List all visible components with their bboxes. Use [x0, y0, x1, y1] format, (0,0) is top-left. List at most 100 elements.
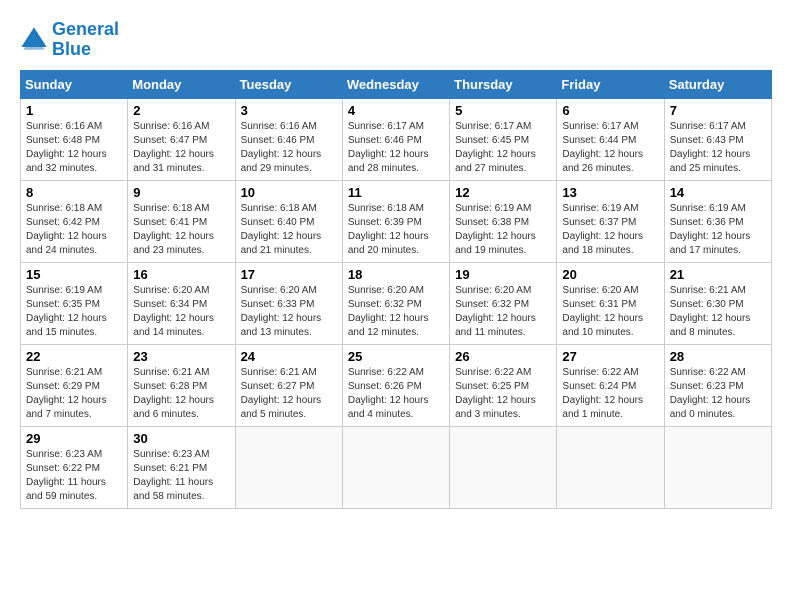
day-detail: Sunrise: 6:21 AMSunset: 6:30 PMDaylight:…: [670, 284, 766, 340]
day-number: 5: [455, 103, 551, 118]
day-detail: Sunrise: 6:18 AMSunset: 6:40 PMDaylight:…: [241, 202, 337, 258]
calendar-cell: 29 Sunrise: 6:23 AMSunset: 6:22 PMDaylig…: [21, 426, 128, 508]
calendar-cell: [557, 426, 664, 508]
day-detail: Sunrise: 6:19 AMSunset: 6:37 PMDaylight:…: [562, 202, 658, 258]
day-number: 7: [670, 103, 766, 118]
day-number: 24: [241, 349, 337, 364]
day-detail: Sunrise: 6:16 AMSunset: 6:48 PMDaylight:…: [26, 120, 122, 176]
day-number: 3: [241, 103, 337, 118]
day-detail: Sunrise: 6:20 AMSunset: 6:32 PMDaylight:…: [348, 284, 444, 340]
calendar-cell: 12 Sunrise: 6:19 AMSunset: 6:38 PMDaylig…: [450, 180, 557, 262]
calendar-header-sunday: Sunday: [21, 70, 128, 98]
calendar-cell: [450, 426, 557, 508]
calendar-cell: 14 Sunrise: 6:19 AMSunset: 6:36 PMDaylig…: [664, 180, 771, 262]
calendar-cell: 10 Sunrise: 6:18 AMSunset: 6:40 PMDaylig…: [235, 180, 342, 262]
day-number: 2: [133, 103, 229, 118]
calendar-cell: 24 Sunrise: 6:21 AMSunset: 6:27 PMDaylig…: [235, 344, 342, 426]
day-detail: Sunrise: 6:21 AMSunset: 6:27 PMDaylight:…: [241, 366, 337, 422]
calendar-header-monday: Monday: [128, 70, 235, 98]
day-number: 30: [133, 431, 229, 446]
calendar-cell: [342, 426, 449, 508]
day-number: 22: [26, 349, 122, 364]
calendar-cell: 21 Sunrise: 6:21 AMSunset: 6:30 PMDaylig…: [664, 262, 771, 344]
calendar-week-5: 29 Sunrise: 6:23 AMSunset: 6:22 PMDaylig…: [21, 426, 772, 508]
calendar-cell: 23 Sunrise: 6:21 AMSunset: 6:28 PMDaylig…: [128, 344, 235, 426]
day-detail: Sunrise: 6:21 AMSunset: 6:28 PMDaylight:…: [133, 366, 229, 422]
calendar-week-1: 1 Sunrise: 6:16 AMSunset: 6:48 PMDayligh…: [21, 98, 772, 180]
day-detail: Sunrise: 6:16 AMSunset: 6:46 PMDaylight:…: [241, 120, 337, 176]
calendar-week-2: 8 Sunrise: 6:18 AMSunset: 6:42 PMDayligh…: [21, 180, 772, 262]
day-detail: Sunrise: 6:17 AMSunset: 6:44 PMDaylight:…: [562, 120, 658, 176]
day-detail: Sunrise: 6:16 AMSunset: 6:47 PMDaylight:…: [133, 120, 229, 176]
day-number: 13: [562, 185, 658, 200]
day-detail: Sunrise: 6:22 AMSunset: 6:26 PMDaylight:…: [348, 366, 444, 422]
day-detail: Sunrise: 6:20 AMSunset: 6:32 PMDaylight:…: [455, 284, 551, 340]
day-number: 4: [348, 103, 444, 118]
calendar-header-thursday: Thursday: [450, 70, 557, 98]
calendar-cell: 20 Sunrise: 6:20 AMSunset: 6:31 PMDaylig…: [557, 262, 664, 344]
day-number: 28: [670, 349, 766, 364]
calendar-header-tuesday: Tuesday: [235, 70, 342, 98]
calendar-cell: [664, 426, 771, 508]
day-detail: Sunrise: 6:17 AMSunset: 6:43 PMDaylight:…: [670, 120, 766, 176]
day-number: 8: [26, 185, 122, 200]
day-detail: Sunrise: 6:20 AMSunset: 6:31 PMDaylight:…: [562, 284, 658, 340]
day-number: 19: [455, 267, 551, 282]
day-detail: Sunrise: 6:22 AMSunset: 6:24 PMDaylight:…: [562, 366, 658, 422]
day-number: 23: [133, 349, 229, 364]
day-number: 9: [133, 185, 229, 200]
calendar-cell: 1 Sunrise: 6:16 AMSunset: 6:48 PMDayligh…: [21, 98, 128, 180]
logo: General Blue: [20, 20, 119, 60]
day-detail: Sunrise: 6:23 AMSunset: 6:22 PMDaylight:…: [26, 448, 122, 504]
day-detail: Sunrise: 6:23 AMSunset: 6:21 PMDaylight:…: [133, 448, 229, 504]
day-detail: Sunrise: 6:22 AMSunset: 6:25 PMDaylight:…: [455, 366, 551, 422]
day-number: 21: [670, 267, 766, 282]
calendar-cell: 6 Sunrise: 6:17 AMSunset: 6:44 PMDayligh…: [557, 98, 664, 180]
day-detail: Sunrise: 6:19 AMSunset: 6:38 PMDaylight:…: [455, 202, 551, 258]
day-number: 14: [670, 185, 766, 200]
day-number: 29: [26, 431, 122, 446]
calendar-cell: 25 Sunrise: 6:22 AMSunset: 6:26 PMDaylig…: [342, 344, 449, 426]
day-detail: Sunrise: 6:20 AMSunset: 6:34 PMDaylight:…: [133, 284, 229, 340]
calendar-cell: 18 Sunrise: 6:20 AMSunset: 6:32 PMDaylig…: [342, 262, 449, 344]
calendar-cell: 17 Sunrise: 6:20 AMSunset: 6:33 PMDaylig…: [235, 262, 342, 344]
calendar-week-3: 15 Sunrise: 6:19 AMSunset: 6:35 PMDaylig…: [21, 262, 772, 344]
calendar-cell: 22 Sunrise: 6:21 AMSunset: 6:29 PMDaylig…: [21, 344, 128, 426]
calendar-cell: 8 Sunrise: 6:18 AMSunset: 6:42 PMDayligh…: [21, 180, 128, 262]
page-header: General Blue: [20, 20, 772, 60]
calendar-header-wednesday: Wednesday: [342, 70, 449, 98]
day-detail: Sunrise: 6:18 AMSunset: 6:41 PMDaylight:…: [133, 202, 229, 258]
calendar-cell: 7 Sunrise: 6:17 AMSunset: 6:43 PMDayligh…: [664, 98, 771, 180]
calendar-cell: 27 Sunrise: 6:22 AMSunset: 6:24 PMDaylig…: [557, 344, 664, 426]
day-number: 10: [241, 185, 337, 200]
calendar-cell: [235, 426, 342, 508]
day-number: 18: [348, 267, 444, 282]
calendar-header-saturday: Saturday: [664, 70, 771, 98]
calendar-cell: 4 Sunrise: 6:17 AMSunset: 6:46 PMDayligh…: [342, 98, 449, 180]
day-number: 27: [562, 349, 658, 364]
calendar-cell: 15 Sunrise: 6:19 AMSunset: 6:35 PMDaylig…: [21, 262, 128, 344]
day-detail: Sunrise: 6:17 AMSunset: 6:46 PMDaylight:…: [348, 120, 444, 176]
calendar-cell: 13 Sunrise: 6:19 AMSunset: 6:37 PMDaylig…: [557, 180, 664, 262]
day-number: 17: [241, 267, 337, 282]
day-detail: Sunrise: 6:19 AMSunset: 6:35 PMDaylight:…: [26, 284, 122, 340]
calendar-cell: 2 Sunrise: 6:16 AMSunset: 6:47 PMDayligh…: [128, 98, 235, 180]
calendar-cell: 11 Sunrise: 6:18 AMSunset: 6:39 PMDaylig…: [342, 180, 449, 262]
day-detail: Sunrise: 6:21 AMSunset: 6:29 PMDaylight:…: [26, 366, 122, 422]
day-number: 12: [455, 185, 551, 200]
calendar-cell: 26 Sunrise: 6:22 AMSunset: 6:25 PMDaylig…: [450, 344, 557, 426]
day-detail: Sunrise: 6:20 AMSunset: 6:33 PMDaylight:…: [241, 284, 337, 340]
day-number: 25: [348, 349, 444, 364]
day-detail: Sunrise: 6:18 AMSunset: 6:39 PMDaylight:…: [348, 202, 444, 258]
day-number: 1: [26, 103, 122, 118]
calendar-cell: 30 Sunrise: 6:23 AMSunset: 6:21 PMDaylig…: [128, 426, 235, 508]
calendar-cell: 19 Sunrise: 6:20 AMSunset: 6:32 PMDaylig…: [450, 262, 557, 344]
logo-icon: [20, 26, 48, 54]
calendar-header-friday: Friday: [557, 70, 664, 98]
day-number: 6: [562, 103, 658, 118]
calendar-cell: 28 Sunrise: 6:22 AMSunset: 6:23 PMDaylig…: [664, 344, 771, 426]
day-number: 11: [348, 185, 444, 200]
calendar-cell: 16 Sunrise: 6:20 AMSunset: 6:34 PMDaylig…: [128, 262, 235, 344]
day-number: 15: [26, 267, 122, 282]
day-detail: Sunrise: 6:19 AMSunset: 6:36 PMDaylight:…: [670, 202, 766, 258]
